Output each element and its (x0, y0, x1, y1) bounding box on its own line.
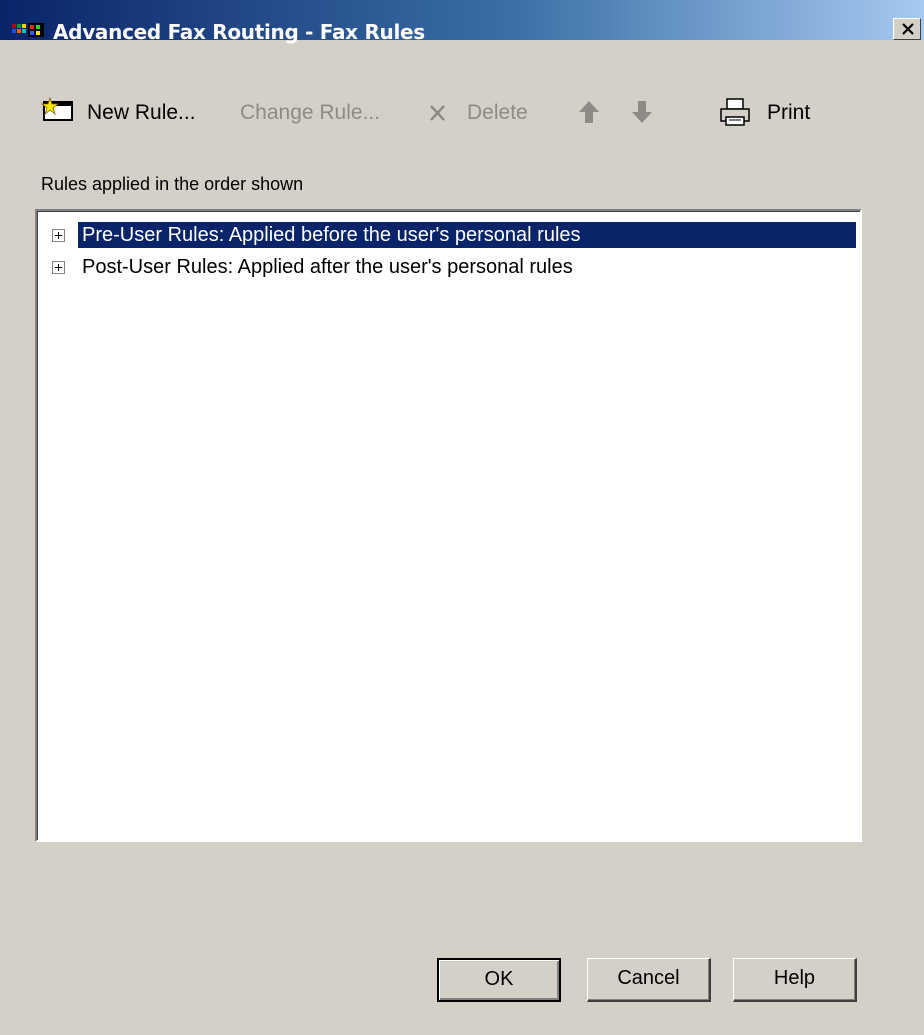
tree-node-label[interactable]: Pre-User Rules: Applied before the user'… (78, 222, 856, 248)
close-icon (902, 23, 914, 35)
help-button[interactable]: Help (733, 958, 857, 1002)
printer-icon (720, 98, 750, 126)
window-title: Advanced Fax Routing - Fax Rules (53, 20, 425, 44)
ok-button[interactable]: OK (437, 958, 561, 1002)
new-rule-button[interactable]: New Rule... (87, 100, 196, 126)
move-up-icon[interactable] (578, 99, 600, 125)
expand-icon[interactable] (52, 229, 65, 242)
close-button[interactable] (893, 18, 921, 40)
title-bar[interactable]: Advanced Fax Routing - Fax Rules (0, 0, 924, 44)
cancel-button[interactable]: Cancel (587, 958, 711, 1002)
delete-button[interactable]: Delete (467, 100, 528, 126)
rules-caption: Rules applied in the order shown (41, 174, 304, 194)
print-button[interactable]: Print (767, 100, 810, 126)
change-rule-button[interactable]: Change Rule... (240, 100, 380, 126)
rules-tree[interactable]: Pre-User Rules: Applied before the user'… (35, 209, 862, 842)
tree-node-label[interactable]: Post-User Rules: Applied after the user'… (78, 254, 577, 280)
app-icon (12, 23, 44, 37)
move-down-icon[interactable] (631, 99, 653, 125)
delete-icon (430, 105, 445, 121)
tree-node-post-user-rules[interactable]: Post-User Rules: Applied after the user'… (38, 252, 860, 282)
tree-node-pre-user-rules[interactable]: Pre-User Rules: Applied before the user'… (38, 220, 860, 250)
new-rule-icon (40, 96, 73, 121)
expand-icon[interactable] (52, 261, 65, 274)
